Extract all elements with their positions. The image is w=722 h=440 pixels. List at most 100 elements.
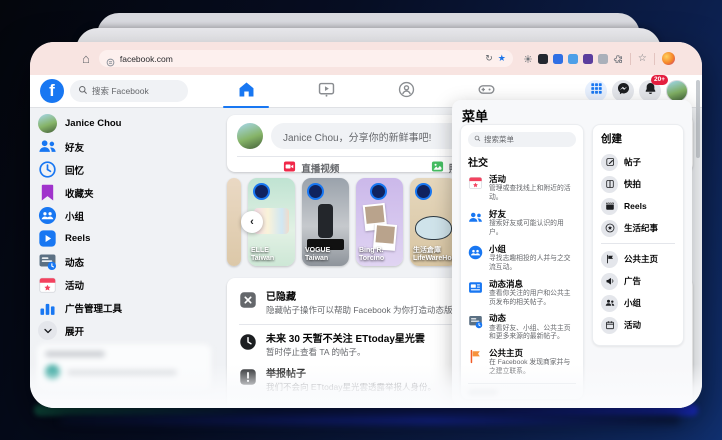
option-desc: 我们不会向 ETtoday星光雲透露举报人身份。: [266, 382, 436, 393]
story-avatar-ring: [307, 183, 324, 200]
create-post[interactable]: 帖子: [601, 151, 675, 173]
sidebar-item-see-more[interactable]: 展开: [34, 319, 224, 342]
page-scrollbar[interactable]: [696, 80, 700, 158]
extension-translate-icon[interactable]: [553, 54, 563, 64]
create-event[interactable]: 活动: [601, 314, 675, 336]
menu-item-title: 小组: [489, 244, 576, 254]
story-card-bing[interactable]: Bing R. Torcino: [356, 178, 403, 266]
menu-item-title: 活动: [489, 174, 576, 184]
pencil-square-icon: [601, 154, 618, 171]
menu-item-title: 好友: [489, 209, 576, 219]
extension-ublock-icon[interactable]: [583, 54, 593, 64]
story-card[interactable]: [227, 178, 241, 266]
search-placeholder: 搜索 Facebook: [92, 85, 149, 97]
extension-image-icon[interactable]: [568, 54, 578, 64]
account-avatar[interactable]: [666, 80, 688, 102]
sidebar-item-profile[interactable]: Janice Chou: [34, 112, 224, 135]
menu-item-desc: 管理或查找线上和附近的活动。: [489, 185, 576, 203]
menu-item-desc: 寻找志趣相投的人并与之交流互动。: [489, 255, 576, 273]
social-section-header: 社交: [468, 154, 576, 169]
menu-item-title: 公共主页: [489, 348, 576, 358]
browser-profile-avatar[interactable]: [662, 52, 675, 65]
tab-home[interactable]: [225, 75, 267, 108]
menu-item-friends[interactable]: 好友 搜索好友或可能认识的用户。: [468, 209, 576, 238]
blurred-menu-section: [468, 390, 576, 400]
clapperboard-icon: [601, 198, 618, 215]
create-group[interactable]: 小组: [601, 292, 675, 314]
feeds-icon: [468, 314, 483, 329]
people-icon: [601, 295, 618, 312]
search-icon: [78, 85, 88, 97]
story-avatar-ring: [415, 183, 432, 200]
reels-icon: [38, 229, 57, 248]
create-page[interactable]: 公共主页: [601, 248, 675, 270]
story-name: Bing R. Torcino: [359, 247, 400, 263]
create-item-label: 小组: [624, 297, 641, 309]
sidebar-item-friends[interactable]: 好友: [34, 135, 224, 158]
create-item-label: 帖子: [624, 156, 641, 168]
bookmark-outline-icon[interactable]: ☆: [638, 53, 647, 64]
groups-circle-icon: [468, 245, 483, 260]
create-item-label: 公共主页: [624, 253, 658, 265]
menu-item-desc: 在 Facebook 发现商家并与之建立联系。: [489, 359, 576, 377]
stories-previous-button[interactable]: ‹: [241, 211, 263, 233]
create-story[interactable]: 快拍: [601, 173, 675, 195]
option-desc: 暂时停止查看 TA 的帖子。: [266, 347, 425, 358]
story-avatar-ring: [370, 183, 387, 200]
story-card-lifewarehouse[interactable]: 生活倉庫 LifeWareHouse: [410, 178, 457, 266]
menu-item-feeds[interactable]: 动态 查看好友、小组、公共主页和更多来源的最新帖子。: [468, 313, 576, 342]
browser-home-icon[interactable]: ⌂: [82, 52, 90, 65]
reload-icon[interactable]: ↻: [485, 53, 493, 64]
facebook-logo[interactable]: f: [40, 79, 64, 103]
menu-popup: 菜单 搜索菜单 社交 活动 管理或查找线上和附近的活动。 好友 搜索好友或可能认…: [452, 100, 692, 406]
extension-dark-icon[interactable]: [538, 54, 548, 64]
events-calendar-icon: [38, 275, 57, 294]
sidebar-item-events[interactable]: 活动: [34, 273, 224, 296]
menu-item-groups[interactable]: 小组 寻找志趣相投的人并与之交流互动。: [468, 244, 576, 273]
story-name: 生活倉庫 LifeWareHouse: [413, 247, 454, 263]
sidebar-item-groups[interactable]: 小组: [34, 204, 224, 227]
sidebar-item-label: Janice Chou: [65, 118, 122, 129]
messenger-button[interactable]: [612, 80, 634, 102]
menu-search-input[interactable]: 搜索菜单: [468, 132, 576, 147]
sidebar-item-feeds[interactable]: 动态: [34, 250, 224, 273]
menu-item-events[interactable]: 活动 管理或查找线上和附近的活动。: [468, 174, 576, 203]
menu-item-desc: 查看好友、小组、公共主页和更多来源的最新帖子。: [489, 325, 576, 343]
notification-badge: 20+: [651, 75, 668, 85]
flag-icon: [601, 251, 618, 268]
menu-item-desc: 搜索好友或可能认识的用户。: [489, 220, 576, 238]
facebook-search-input[interactable]: 搜索 Facebook: [70, 80, 188, 102]
sidebar-item-saved[interactable]: 收藏夹: [34, 181, 224, 204]
bookmark-star-icon[interactable]: ★: [498, 53, 506, 64]
sidebar-item-label: 动态: [65, 255, 84, 269]
sidebar-item-reels[interactable]: Reels: [34, 227, 224, 250]
live-video-button[interactable]: 直播视频: [237, 160, 386, 176]
menu-item-pages[interactable]: 公共主页 在 Facebook 发现商家并与之建立联系。: [468, 348, 576, 377]
ads-bars-icon: [38, 298, 57, 317]
menu-item-newsfeed[interactable]: 动态消息 查看你关注的用户和公共主页发布的相关帖子。: [468, 279, 576, 308]
sidebar-item-memories[interactable]: 回忆: [34, 158, 224, 181]
avatar[interactable]: [237, 123, 263, 149]
create-ad[interactable]: 广告: [601, 270, 675, 292]
create-life-event[interactable]: 生活纪事: [601, 217, 675, 239]
apps-menu-button[interactable]: [585, 80, 607, 102]
site-info-icon[interactable]: [106, 54, 115, 63]
tab-groups[interactable]: [385, 75, 427, 108]
extensions-row: ☆: [523, 52, 675, 65]
story-card-vogue[interactable]: VOGUE Taiwan: [302, 178, 349, 266]
extensions-puzzle-icon[interactable]: [613, 54, 623, 64]
chevron-down-icon: [38, 321, 57, 340]
menu-social-panel: 搜索菜单 社交 活动 管理或查找线上和附近的活动。 好友 搜索好友或可能认识的用…: [460, 124, 584, 400]
facebook-header-actions: 20+: [585, 80, 688, 102]
create-reel[interactable]: Reels: [601, 195, 675, 217]
sidebar-item-label: 展开: [65, 324, 84, 338]
extension-grid-icon[interactable]: [598, 54, 608, 64]
search-icon: [474, 135, 481, 144]
newsfeed-icon: [468, 280, 483, 295]
sidebar-item-ads-manager[interactable]: 广告管理工具: [34, 296, 224, 319]
extension-gear-icon[interactable]: [523, 54, 533, 64]
tab-watch[interactable]: [305, 75, 347, 108]
address-bar[interactable]: facebook.com ↻ ★: [99, 50, 513, 67]
menu-search-placeholder: 搜索菜单: [484, 134, 514, 145]
notifications-button[interactable]: 20+: [639, 80, 661, 102]
